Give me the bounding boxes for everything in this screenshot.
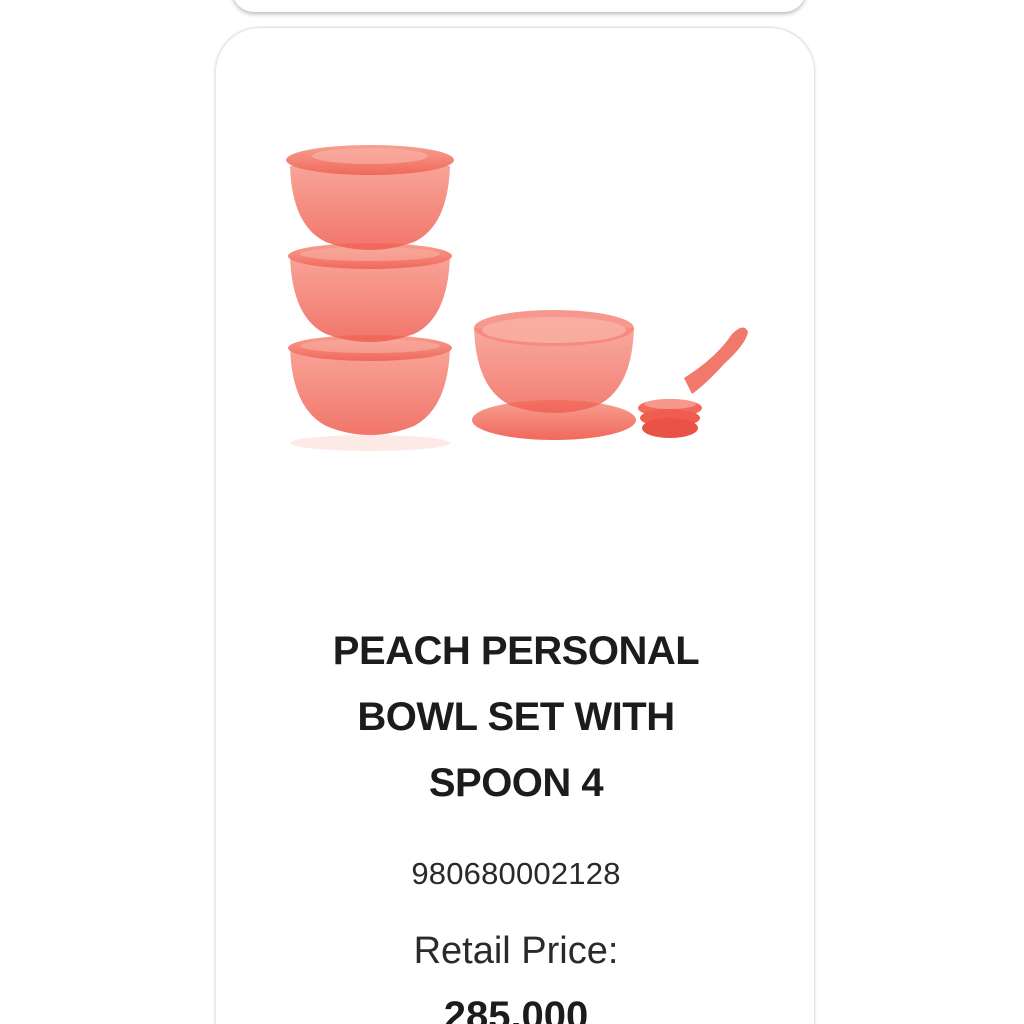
product-image[interactable] (276, 108, 756, 468)
open-bowl (472, 310, 636, 440)
stacked-bowls (286, 145, 454, 451)
product-title-line: SPOON 4 (428, 761, 604, 805)
retail-price-label: Retail Price: (413, 930, 619, 972)
spoons (638, 327, 748, 438)
left-gutter (0, 0, 212, 1024)
previous-product-card[interactable] (232, 0, 806, 12)
retail-price-value: 285,000 (443, 994, 589, 1024)
product-sku: 980680002128 (411, 856, 621, 891)
product-title-line: PEACH PERSONAL (332, 629, 700, 673)
product-title-line: BOWL SET WITH (357, 695, 675, 739)
product-title[interactable]: PEACH PERSONAL BOWL SET WITH SPOON 4 (256, 618, 776, 816)
screen: PEACH PERSONAL BOWL SET WITH SPOON 4 980… (0, 0, 1024, 1024)
right-gutter (818, 0, 1024, 1024)
product-card[interactable]: PEACH PERSONAL BOWL SET WITH SPOON 4 980… (216, 28, 814, 1024)
